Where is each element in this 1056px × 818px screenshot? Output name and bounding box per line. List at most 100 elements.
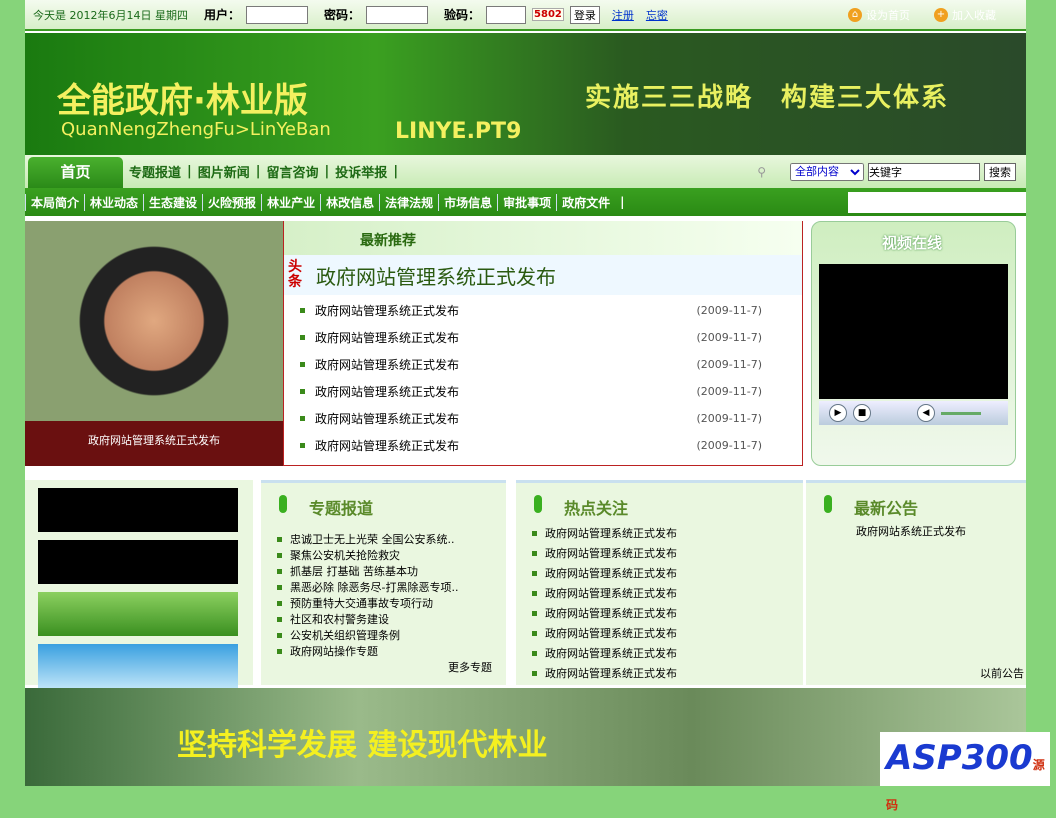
hot-link[interactable]: 政府网站管理系统正式发布 [545, 545, 677, 561]
subnav-item[interactable]: 政府文件 [556, 193, 615, 211]
volume-slider[interactable] [941, 411, 981, 415]
login-button[interactable]: 登录 [569, 5, 600, 24]
subnav-item[interactable]: 审批事项 [497, 193, 556, 211]
news-link[interactable]: 政府网站管理系统正式发布 [315, 410, 459, 427]
subnav-item[interactable]: 法律法规 [379, 193, 438, 211]
list-item[interactable]: 抓基层 打基础 苦练基本功 [277, 563, 506, 579]
hot-link[interactable]: 政府网站管理系统正式发布 [545, 645, 677, 661]
hot-link[interactable]: 政府网站管理系统正式发布 [545, 625, 677, 641]
older-notices-link[interactable]: 以前公告 [980, 665, 1024, 681]
photo-news[interactable]: 政府网站管理系统正式发布 [25, 221, 283, 466]
subnav-item[interactable]: 林改信息 [320, 193, 379, 211]
ad-banner[interactable] [38, 644, 238, 688]
bullet-icon [300, 335, 305, 340]
video-screen[interactable] [819, 264, 1008, 399]
ad-banner[interactable] [38, 540, 238, 584]
search-area: ⚲ 全部内容 搜索 [757, 162, 1026, 181]
ad-banner[interactable] [38, 488, 238, 532]
subnav-item[interactable]: 本局简介 [25, 193, 84, 211]
news-link[interactable]: 政府网站管理系统正式发布 [315, 302, 459, 319]
list-item[interactable]: 政府网站管理系统正式发布 [532, 543, 803, 563]
video-panel: 视频在线 ▶ ■ ◀ [811, 221, 1016, 466]
username-input[interactable] [246, 5, 308, 24]
news-link[interactable]: 政府网站管理系统正式发布 [315, 437, 459, 454]
hot-link[interactable]: 政府网站管理系统正式发布 [545, 565, 677, 581]
topic-link[interactable]: 政府网站操作专题 [290, 643, 378, 659]
topic-link[interactable]: 聚焦公安机关抢险救灾 [290, 547, 400, 563]
favorite-label: 加入收藏 [952, 8, 996, 22]
topic-link[interactable]: 预防重特大交通事故专项行动 [290, 595, 433, 611]
banner-slogan: 实施三三战略 构建三大体系 [585, 83, 950, 113]
bullet-icon [532, 610, 537, 616]
nav-item[interactable]: 投诉举报 [329, 162, 393, 181]
ad-banner[interactable] [38, 592, 238, 636]
list-item[interactable]: 政府网站管理系统正式发布 [532, 603, 803, 623]
list-item[interactable]: 政府网站管理系统正式发布 (2009-11-7) [300, 405, 802, 432]
list-item[interactable]: 预防重特大交通事故专项行动 [277, 595, 506, 611]
search-button[interactable]: 搜索 [984, 162, 1016, 181]
top-bar: 今天是 2012年6月14日 星期四 用户： 密码： 验码： 5802 登录 注… [25, 0, 1026, 31]
search-scope-select[interactable]: 全部内容 [790, 162, 864, 181]
add-favorite-link[interactable]: + 加入收藏 [934, 7, 996, 23]
stop-icon[interactable]: ■ [853, 404, 871, 422]
news-photo[interactable] [25, 221, 283, 421]
search-input[interactable] [868, 162, 980, 181]
nav-item[interactable]: 专题报道 [123, 162, 187, 181]
volume-icon[interactable]: ◀ [917, 404, 935, 422]
hot-link[interactable]: 政府网站管理系统正式发布 [545, 585, 677, 601]
subnav-item[interactable]: 市场信息 [438, 193, 497, 211]
news-link[interactable]: 政府网站管理系统正式发布 [315, 329, 459, 346]
password-input[interactable] [366, 5, 429, 24]
topic-link[interactable]: 抓基层 打基础 苦练基本功 [290, 563, 418, 579]
sub-nav: 本局简介 林业动态 生态建设 火险预报 林业产业 林改信息 法律法规 市场信息 … [25, 188, 1026, 216]
nav-item[interactable]: 图片新闻 [192, 162, 256, 181]
list-item[interactable]: 政府网站管理系统正式发布 [532, 563, 803, 583]
forgot-password-link[interactable]: 忘密 [646, 7, 668, 23]
list-item[interactable]: 政府网站管理系统正式发布 (2009-11-7) [300, 378, 802, 405]
hot-link[interactable]: 政府网站管理系统正式发布 [545, 665, 677, 681]
subnav-item[interactable]: 林业动态 [84, 193, 143, 211]
photo-caption[interactable]: 政府网站管理系统正式发布 [25, 432, 283, 448]
plus-icon: + [934, 7, 948, 22]
captcha-image[interactable]: 5802 [532, 8, 564, 21]
captcha-input[interactable] [486, 5, 527, 24]
list-item[interactable]: 政府网站管理系统正式发布 (2009-11-7) [300, 297, 802, 324]
topic-link[interactable]: 黑恶必除 除恶务尽-打黑除恶专项.. [290, 579, 458, 595]
topic-link[interactable]: 公安机关组织管理条例 [290, 627, 400, 643]
bullet-icon [532, 530, 537, 536]
nav-item[interactable]: 留言咨询 [261, 162, 325, 181]
list-item[interactable]: 政府网站管理系统正式发布 [532, 623, 803, 643]
subnav-item[interactable]: 火险预报 [202, 193, 261, 211]
list-item[interactable]: 政府网站管理系统正式发布 (2009-11-7) [300, 324, 802, 351]
list-item[interactable]: 政府网站管理系统正式发布 [532, 643, 803, 663]
news-date: (2009-11-7) [696, 385, 762, 398]
hot-link[interactable]: 政府网站管理系统正式发布 [545, 605, 677, 621]
hot-link[interactable]: 政府网站管理系统正式发布 [545, 525, 677, 541]
subnav-item[interactable]: 林业产业 [261, 193, 320, 211]
play-icon[interactable]: ▶ [829, 404, 847, 422]
news-link[interactable]: 政府网站管理系统正式发布 [315, 383, 459, 400]
nav-home[interactable]: 首页 [28, 157, 123, 188]
headline-link[interactable]: 政府网站管理系统正式发布 [316, 261, 556, 290]
subnav-item[interactable]: 生态建设 [143, 193, 202, 211]
bullet-icon [300, 362, 305, 367]
list-item[interactable]: 公安机关组织管理条例 [277, 627, 506, 643]
register-link[interactable]: 注册 [612, 7, 634, 23]
set-home-link[interactable]: ⌂ 设为首页 [848, 7, 910, 23]
list-item[interactable]: 社区和农村警务建设 [277, 611, 506, 627]
topic-link[interactable]: 社区和农村警务建设 [290, 611, 389, 627]
list-item[interactable]: 忠诚卫士无上光荣 全国公安系统.. [277, 531, 506, 547]
list-item[interactable]: 政府网站管理系统正式发布 [532, 583, 803, 603]
site-pinyin: QuanNengZhengFu>LinYeBan [61, 119, 331, 140]
list-item[interactable]: 聚焦公安机关抢险救灾 [277, 547, 506, 563]
news-link[interactable]: 政府网站管理系统正式发布 [315, 356, 459, 373]
list-item[interactable]: 政府网站管理系统正式发布 [532, 523, 803, 543]
notice-link[interactable]: 政府网站系统正式发布 [806, 523, 1026, 539]
list-item[interactable]: 政府网站管理系统正式发布 (2009-11-7) [300, 351, 802, 378]
topic-link[interactable]: 忠诚卫士无上光荣 全国公安系统.. [290, 531, 455, 547]
list-item[interactable]: 政府网站管理系统正式发布 [532, 663, 803, 683]
list-item[interactable]: 政府网站管理系统正式发布 (2009-11-7) [300, 432, 802, 459]
list-item[interactable]: 政府网站操作专题 [277, 643, 506, 659]
more-topics-link[interactable]: 更多专题 [448, 659, 492, 675]
list-item[interactable]: 黑恶必除 除恶务尽-打黑除恶专项.. [277, 579, 506, 595]
